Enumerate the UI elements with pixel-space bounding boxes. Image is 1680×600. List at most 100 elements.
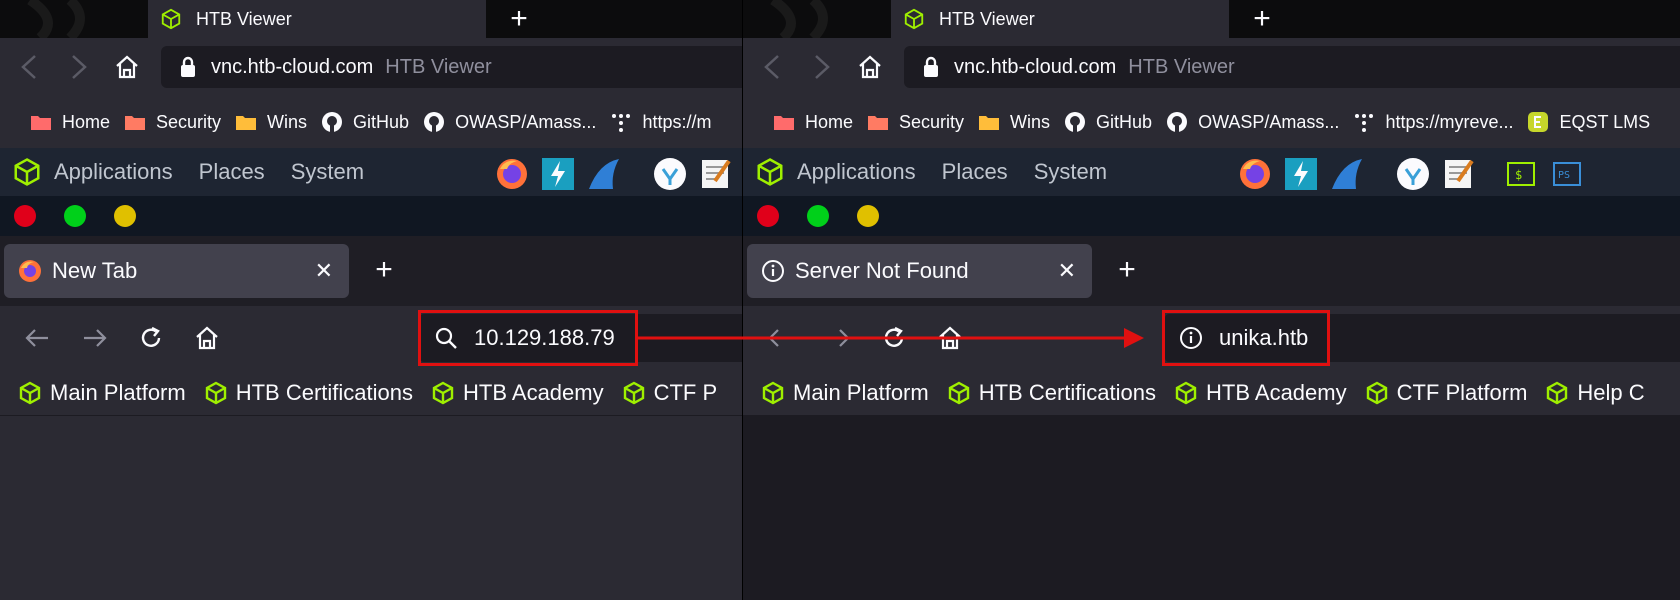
forward-icon[interactable] [823, 323, 853, 353]
firefox-nav-bar: unika.htb [743, 306, 1680, 370]
firefox-launcher-icon[interactable] [1237, 156, 1273, 192]
host-nav-bar: vnc.htb-cloud.com HTB Viewer [743, 38, 1680, 96]
back-icon[interactable] [22, 323, 52, 353]
eqst-icon [1527, 111, 1549, 133]
maximize-window-button[interactable] [807, 205, 829, 227]
terminal-launcher-icon[interactable]: $ [1503, 156, 1539, 192]
system-menu[interactable]: System [291, 159, 364, 185]
host-new-tab-button[interactable]: + [500, 0, 538, 38]
firefox-bookmark[interactable]: CTF Platform [1365, 380, 1527, 406]
host-bookmark[interactable]: GitHub [321, 111, 409, 133]
minimize-window-button[interactable] [114, 205, 136, 227]
maximize-window-button[interactable] [64, 205, 86, 227]
firefox-launcher-icon[interactable] [494, 156, 530, 192]
pane-divider [742, 0, 743, 600]
host-bookmark[interactable]: Home [773, 112, 853, 133]
host-bookmark[interactable]: Home [30, 112, 110, 133]
host-tab-htb-viewer[interactable]: HTB Viewer [148, 0, 486, 38]
network-launcher-icon[interactable] [652, 156, 688, 192]
host-nav-bar: vnc.htb-cloud.com HTB Viewer [0, 38, 743, 96]
reload-icon[interactable] [879, 323, 909, 353]
firefox-nav-bar: 10.129.188.79 [0, 306, 743, 370]
reload-icon[interactable] [136, 323, 166, 353]
firefox-bookmark[interactable]: HTB Academy [431, 380, 604, 406]
close-window-button[interactable] [757, 205, 779, 227]
applications-menu[interactable]: Applications [12, 157, 173, 187]
htb-cube-icon [205, 381, 226, 404]
wireshark-launcher-icon[interactable] [586, 156, 622, 192]
close-window-button[interactable] [14, 205, 36, 227]
lock-icon [924, 56, 938, 77]
firefox-bookmark[interactable]: HTB Certifications [204, 380, 413, 406]
close-tab-icon[interactable]: ✕ [1058, 258, 1076, 284]
host-bookmark[interactable]: EQST LMS [1527, 111, 1650, 133]
firefox-bookmark[interactable]: HTB Certifications [947, 380, 1156, 406]
htb-cube-icon [948, 381, 969, 404]
github-icon [321, 111, 343, 133]
github-icon [423, 111, 445, 133]
home-icon[interactable] [112, 52, 142, 82]
folder-icon [235, 113, 257, 131]
host-bookmark[interactable]: GitHub [1064, 111, 1152, 133]
host-url-page-title: HTB Viewer [385, 55, 492, 78]
powershell-launcher-icon[interactable]: PS [1549, 156, 1585, 192]
host-tab-htb-viewer[interactable]: HTB Viewer [891, 0, 1229, 38]
burp-launcher-icon[interactable] [540, 156, 576, 192]
tree-icon [1353, 111, 1375, 133]
forward-icon[interactable] [64, 52, 94, 82]
host-new-tab-button[interactable]: + [1243, 0, 1281, 38]
firefox-bookmarks-bar: Main Platform HTB Certifications HTB Aca… [743, 370, 1680, 416]
tree-icon [610, 111, 632, 133]
host-bookmark[interactable]: Security [867, 112, 964, 133]
system-menu[interactable]: System [1034, 159, 1107, 185]
url-highlight-box [1162, 310, 1330, 366]
text-editor-launcher-icon[interactable] [1441, 156, 1477, 192]
wireshark-launcher-icon[interactable] [1329, 156, 1365, 192]
host-bookmark[interactable]: Wins [978, 112, 1050, 133]
desktop-top-panel: Applications Places System $ PS [743, 148, 1680, 196]
minimize-window-button[interactable] [857, 205, 879, 227]
network-launcher-icon[interactable] [1395, 156, 1431, 192]
firefox-tab-server-not-found[interactable]: Server Not Found ✕ [747, 244, 1092, 298]
folder-icon [30, 113, 52, 131]
svg-text:$: $ [1515, 168, 1522, 182]
firefox-bookmark[interactable]: Main Platform [18, 380, 186, 406]
places-menu[interactable]: Places [199, 159, 265, 185]
window-title-bar [743, 196, 1680, 236]
host-tab-title: HTB Viewer [939, 8, 1035, 29]
host-bookmark[interactable]: https://myreve... [1353, 111, 1513, 133]
places-menu[interactable]: Places [942, 159, 1008, 185]
host-bookmark[interactable]: OWASP/Amass... [1166, 111, 1339, 133]
back-icon[interactable] [757, 52, 787, 82]
forward-icon[interactable] [80, 323, 110, 353]
host-bookmark[interactable]: OWASP/Amass... [423, 111, 596, 133]
back-icon[interactable] [14, 52, 44, 82]
host-bookmark[interactable]: Wins [235, 112, 307, 133]
htb-cube-icon [762, 381, 784, 404]
info-icon [762, 260, 784, 282]
firefox-bookmark[interactable]: Help C [1545, 380, 1645, 406]
back-icon[interactable] [765, 323, 795, 353]
host-bookmarks-bar: Home Security Wins GitHub OWASP/Amass...… [743, 96, 1680, 148]
forward-icon[interactable] [807, 52, 837, 82]
close-tab-icon[interactable]: ✕ [315, 258, 333, 284]
home-icon[interactable] [855, 52, 885, 82]
firefox-bookmark[interactable]: CTF P [622, 380, 717, 406]
htb-cube-icon [904, 8, 924, 30]
host-bookmark[interactable]: Security [124, 112, 221, 133]
firefox-new-tab-button[interactable]: + [1109, 252, 1145, 288]
applications-menu[interactable]: Applications [755, 157, 916, 187]
htb-cube-icon [757, 158, 783, 186]
left-screenshot: HTB Viewer + vnc.htb-cloud.com HTB Viewe… [0, 0, 743, 600]
firefox-bookmark[interactable]: HTB Academy [1174, 380, 1347, 406]
firefox-bookmark[interactable]: Main Platform [761, 380, 929, 406]
firefox-new-tab-button[interactable]: + [366, 252, 402, 288]
host-url-bar[interactable]: vnc.htb-cloud.com HTB Viewer [161, 46, 743, 88]
home-icon[interactable] [192, 323, 222, 353]
text-editor-launcher-icon[interactable] [698, 156, 734, 192]
burp-launcher-icon[interactable] [1283, 156, 1319, 192]
host-bookmark[interactable]: https://m [610, 111, 711, 133]
host-url-bar[interactable]: vnc.htb-cloud.com HTB Viewer [904, 46, 1680, 88]
firefox-tab-new-tab[interactable]: New Tab ✕ [4, 244, 349, 298]
home-icon[interactable] [935, 323, 965, 353]
